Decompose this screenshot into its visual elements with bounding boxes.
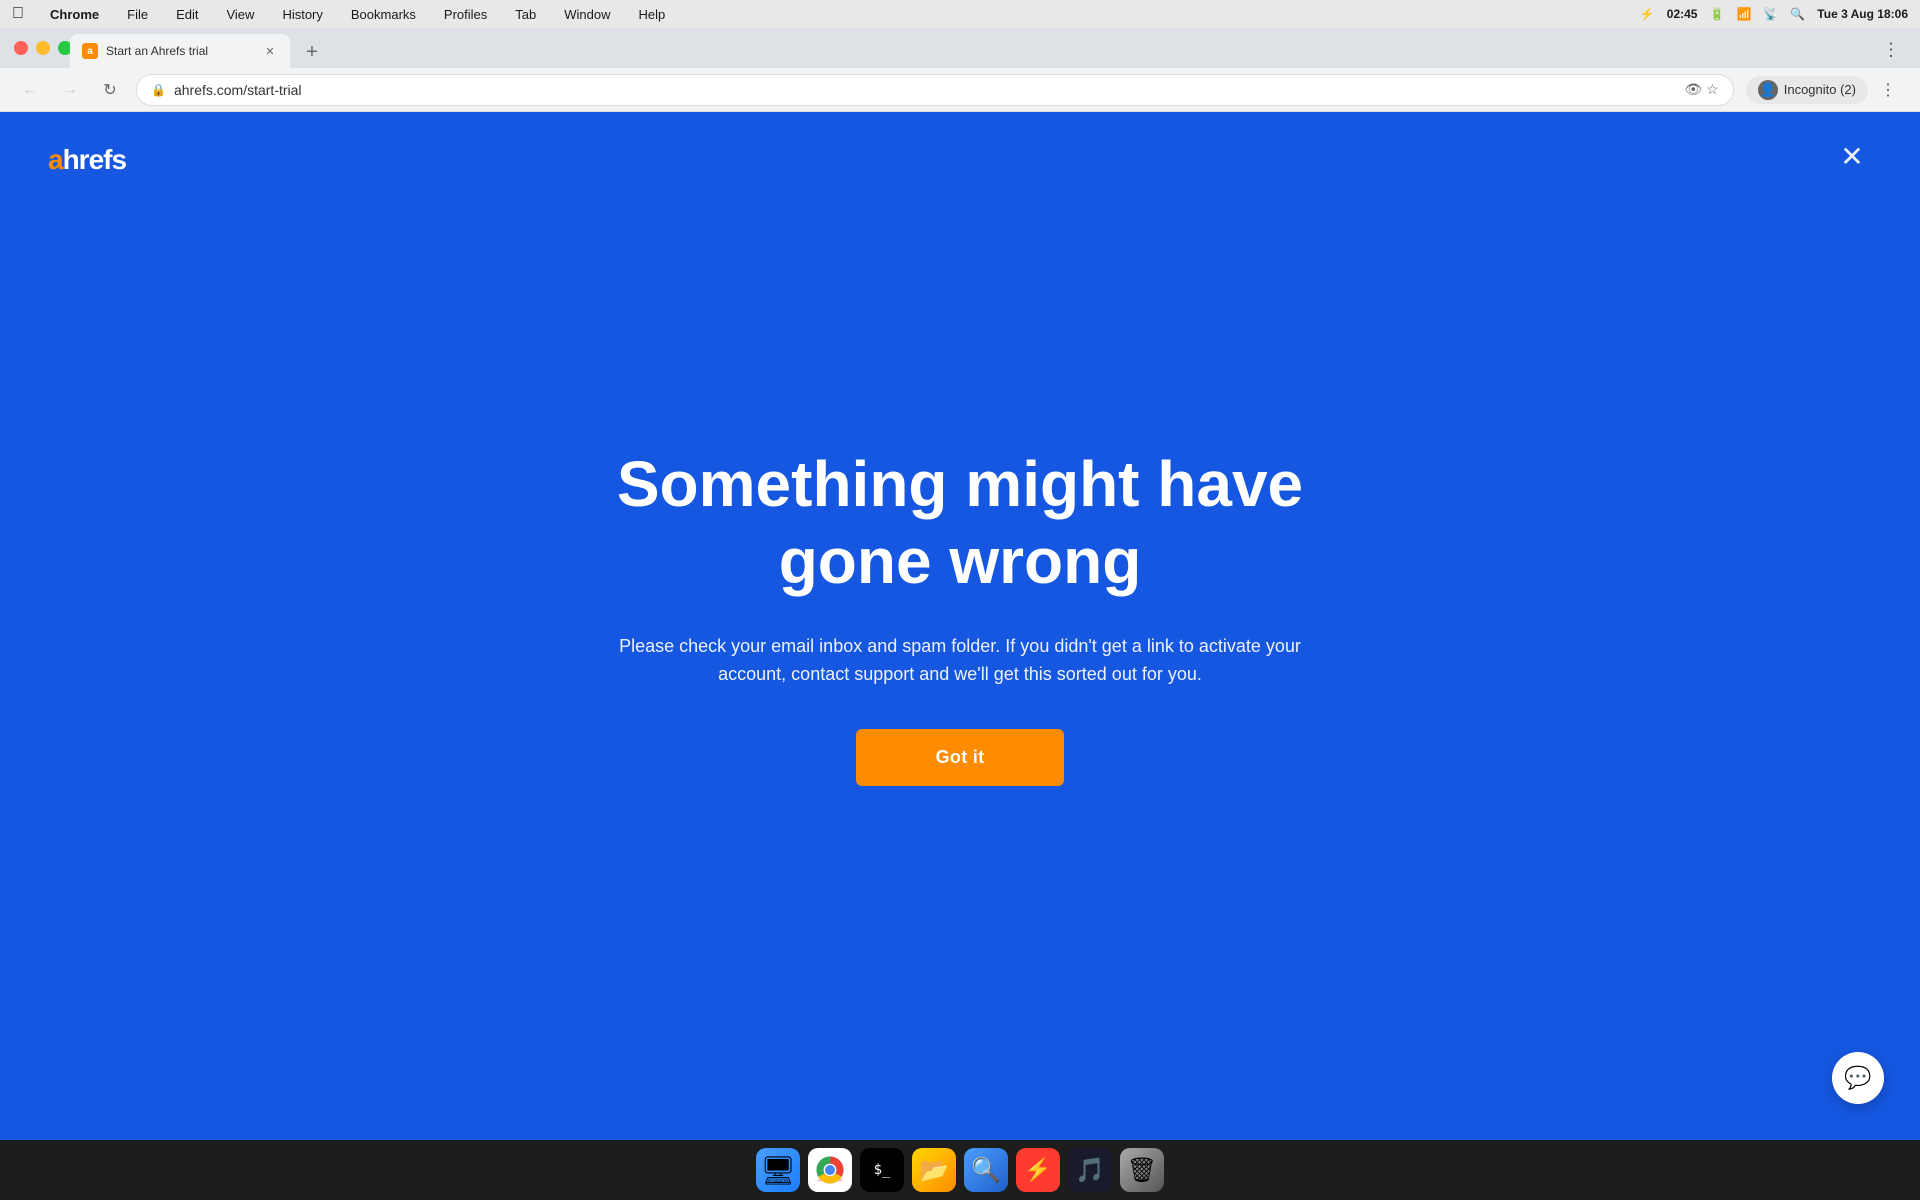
menubar-edit[interactable]: Edit [170, 5, 204, 24]
menubar-datetime: Tue 3 Aug 18:06 [1817, 7, 1908, 21]
main-page: ahrefs ✕ Something might have gone wrong… [0, 112, 1920, 1140]
chat-icon: 💬 [1844, 1065, 1871, 1091]
menubar-search-icon[interactable]: 🔍 [1790, 7, 1805, 21]
menubar-battery-time: 02:45 [1667, 7, 1698, 21]
menubar-bookmarks[interactable]: Bookmarks [345, 5, 422, 24]
new-tab-btn[interactable]: + [298, 38, 326, 66]
page-close-btn[interactable]: ✕ [1832, 136, 1872, 176]
window-minimize-btn[interactable] [36, 41, 50, 55]
menubar-power-icon: 🔋 [1709, 7, 1724, 21]
finder-icon: 🖥 [760, 1154, 796, 1187]
logo-container: ahrefs [48, 144, 126, 176]
main-content: Something might have gone wrong Please c… [0, 92, 1920, 1140]
chrome-icon [813, 1153, 847, 1187]
menubar-airdrop-icon: 📡 [1763, 7, 1778, 21]
menubar-profiles[interactable]: Profiles [438, 5, 493, 24]
menubar-wifi-icon: 📶 [1736, 7, 1751, 21]
window-controls [14, 41, 72, 55]
tab-close-btn[interactable]: ✕ [262, 43, 278, 59]
dock-trash[interactable]: 🗑 [1120, 1148, 1164, 1192]
menubar:  Chrome File Edit View History Bookmark… [0, 0, 1920, 28]
dock-music[interactable]: 🎵 [1068, 1148, 1112, 1192]
menubar-history[interactable]: History [276, 5, 328, 24]
reeder-icon: ⚡ [1024, 1157, 1051, 1183]
files-icon: 📂 [919, 1156, 949, 1185]
finder2-icon: 🔍 [971, 1156, 1001, 1185]
macos-dock: 🖥 $_ 📂 🔍 ⚡ 🎵 🗑 [0, 1140, 1920, 1200]
dock-finder[interactable]: 🖥 [756, 1148, 800, 1192]
ahrefs-logo: ahrefs [48, 144, 126, 175]
menubar-view[interactable]: View [220, 5, 260, 24]
chrome-tabbar: a Start an Ahrefs trial ✕ + ⋮ [0, 28, 1920, 68]
menubar-chrome[interactable]: Chrome [44, 5, 105, 24]
error-heading: Something might have gone wrong [560, 446, 1360, 600]
menubar-right: ⚡ 02:45 🔋 📶 📡 🔍 Tue 3 Aug 18:06 [1640, 7, 1908, 21]
error-description: Please check your email inbox and spam f… [610, 632, 1310, 690]
menubar-battery-icon: ⚡ [1640, 7, 1655, 21]
chat-support-btn[interactable]: 💬 [1832, 1052, 1884, 1104]
menubar-help[interactable]: Help [633, 5, 672, 24]
got-it-button[interactable]: Got it [856, 729, 1065, 786]
apple-menu[interactable]:  [12, 5, 24, 23]
terminal-icon: $_ [874, 1162, 891, 1178]
logo-text: hrefs [63, 144, 126, 175]
dock-terminal[interactable]: $_ [860, 1148, 904, 1192]
tab-favicon: a [82, 43, 98, 59]
close-icon: ✕ [1840, 140, 1863, 173]
menubar-tab[interactable]: Tab [509, 5, 542, 24]
menubar-file[interactable]: File [121, 5, 154, 24]
dock-finder2[interactable]: 🔍 [964, 1148, 1008, 1192]
window-close-btn[interactable] [14, 41, 28, 55]
extensions-icon[interactable]: ⋮ [1882, 40, 1900, 61]
logo-letter-a: a [48, 144, 63, 175]
trash-icon: 🗑 [1127, 1156, 1157, 1185]
music-icon: 🎵 [1075, 1156, 1105, 1185]
dock-chrome[interactable] [808, 1148, 852, 1192]
browser-tab[interactable]: a Start an Ahrefs trial ✕ [70, 34, 290, 68]
menubar-window[interactable]: Window [558, 5, 616, 24]
tab-title: Start an Ahrefs trial [106, 44, 254, 58]
dock-files[interactable]: 📂 [912, 1148, 956, 1192]
dock-reeder[interactable]: ⚡ [1016, 1148, 1060, 1192]
